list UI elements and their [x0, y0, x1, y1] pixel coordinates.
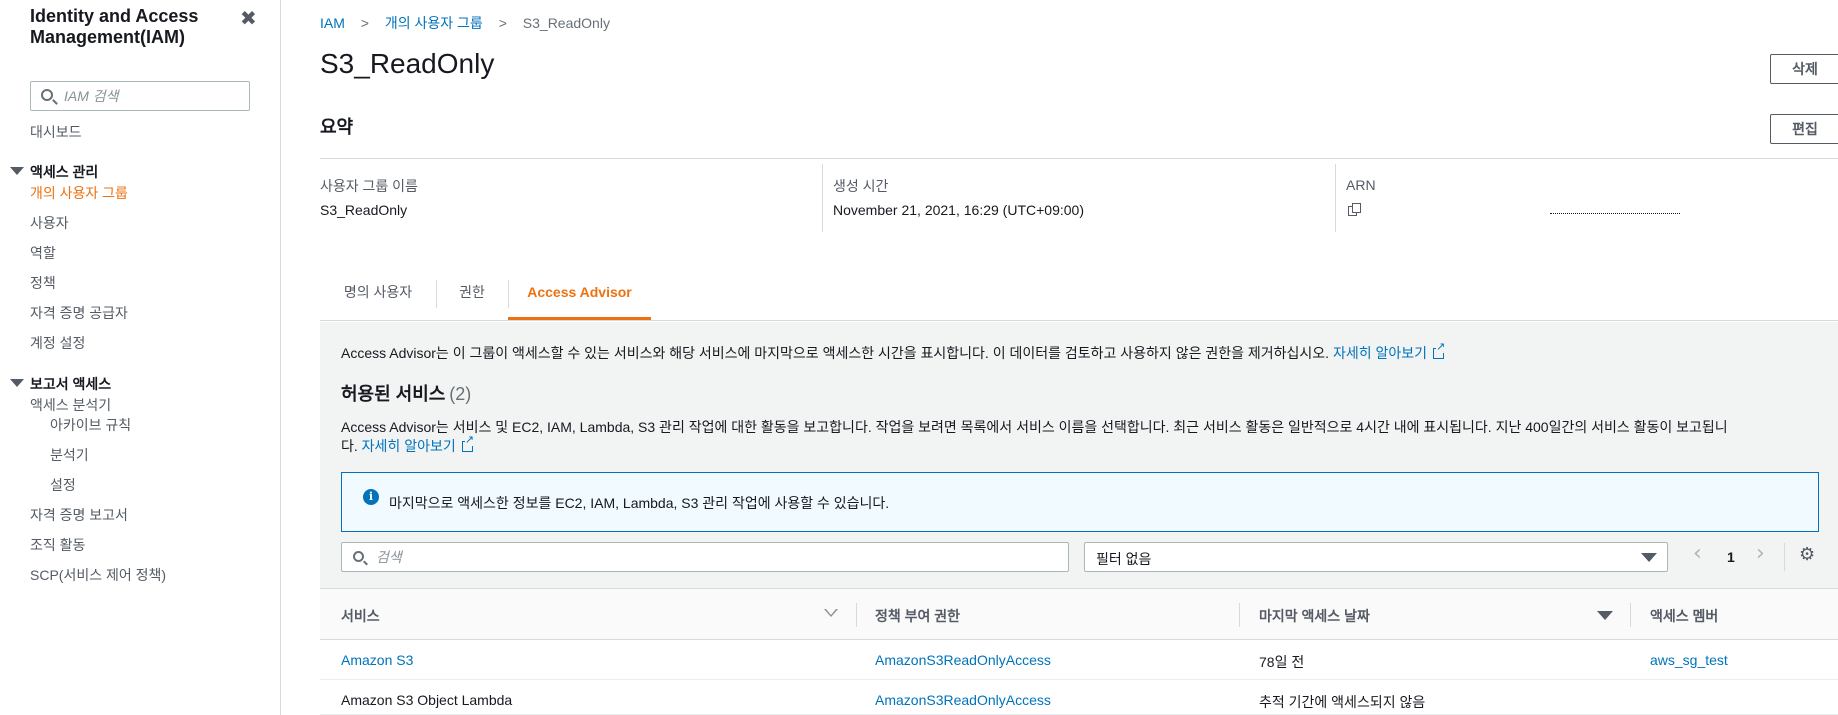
table-row: Amazon S3 AmazonS3ReadOnlyAccess 78일 전 a…	[320, 640, 1838, 680]
advisor-intro: Access Advisor는 이 그룹이 액세스할 수 있는 서비스와 해당 …	[341, 342, 1446, 363]
filter-select[interactable]: 필터 없음	[1084, 542, 1668, 572]
close-icon[interactable]: ✖	[240, 6, 257, 31]
page-title: S3_ReadOnly	[320, 48, 495, 79]
column-header-last-access[interactable]: 마지막 액세스 날짜	[1259, 606, 1370, 626]
breadcrumb-item-current: S3_ReadOnly	[522, 15, 610, 31]
sidebar: Identity and Access Management(IAM) ✖ 대시…	[0, 0, 281, 715]
chevron-right-icon: >	[360, 15, 369, 31]
summary-title: 요약	[320, 117, 354, 137]
column-divider	[1335, 164, 1336, 232]
info-alert-text: 마지막으로 액세스한 정보를 EC2, IAM, Lambda, S3 관리 작…	[389, 495, 890, 511]
search-icon	[41, 89, 53, 101]
arn-label: ARN	[1346, 177, 1376, 193]
member-link[interactable]: aws_sg_test	[1650, 652, 1728, 668]
tab-members[interactable]: 명의 사용자	[320, 268, 436, 320]
gear-icon[interactable]: ⚙	[1799, 544, 1815, 565]
advisor-description: Access Advisor는 서비스 및 EC2, IAM, Lambda, …	[341, 418, 1816, 456]
search-icon	[353, 551, 364, 562]
column-header-service[interactable]: 서비스	[341, 606, 380, 626]
info-icon: i	[363, 489, 379, 505]
divider	[320, 158, 1838, 159]
sidebar-item-credential-report[interactable]: 자격 증명 보고서	[30, 505, 128, 525]
advisor-desc-line2: 다.	[341, 438, 358, 454]
sidebar-item-archive-rules[interactable]: 아카이브 규칙	[50, 415, 131, 435]
sidebar-item-analyzers[interactable]: 분석기	[50, 445, 89, 465]
tab-permissions[interactable]: 권한	[436, 268, 508, 320]
caret-down-icon[interactable]	[10, 167, 24, 175]
external-link-icon	[1433, 342, 1446, 359]
services-search[interactable]	[341, 542, 1069, 572]
group-name-value: S3_ReadOnly	[320, 202, 408, 218]
column-header-policy[interactable]: 정책 부여 권한	[875, 606, 960, 626]
sidebar-item-analyzer-settings[interactable]: 설정	[50, 475, 76, 495]
services-search-input[interactable]	[376, 548, 1056, 566]
sidebar-item-policies[interactable]: 정책	[30, 273, 56, 293]
group-name-label: 사용자 그룹 이름	[320, 178, 418, 194]
sidebar-heading-access-management[interactable]: 액세스 관리	[30, 162, 98, 182]
caret-down-icon[interactable]	[10, 379, 24, 387]
column-divider	[856, 603, 857, 627]
services-count: (2)	[449, 384, 472, 404]
edit-button[interactable]: 편집	[1770, 114, 1838, 144]
sidebar-item-dashboard[interactable]: 대시보드	[30, 122, 82, 142]
service-name: Amazon S3 Object Lambda	[341, 692, 513, 708]
chevron-right-icon[interactable]: ›	[1756, 541, 1765, 566]
sidebar-item-scp[interactable]: SCP(서비스 제어 정책)	[30, 565, 166, 585]
external-link-icon	[461, 435, 474, 452]
sidebar-title: Identity and Access Management(IAM)	[30, 6, 199, 47]
services-heading: 허용된 서비스 (2)	[341, 380, 471, 406]
delete-button[interactable]: 삭제	[1770, 54, 1838, 84]
sidebar-search[interactable]	[30, 81, 250, 111]
sort-desc-icon[interactable]	[1597, 611, 1613, 620]
sidebar-item-identity-providers[interactable]: 자격 증명 공급자	[30, 303, 128, 323]
column-divider	[1239, 603, 1240, 627]
learn-more-text: 자세히 알아보기	[1332, 345, 1427, 361]
sidebar-item-users[interactable]: 사용자	[30, 213, 69, 233]
learn-more-text: 자세히 알아보기	[361, 438, 456, 454]
column-divider	[822, 164, 823, 232]
filter-select-value: 필터 없음	[1096, 551, 1152, 567]
sidebar-item-organization-activity[interactable]: 조직 활동	[30, 535, 85, 555]
services-title: 허용된 서비스	[341, 384, 446, 404]
sidebar-item-access-analyzer[interactable]: 액세스 분석기	[30, 395, 111, 415]
info-alert: i 마지막으로 액세스한 정보를 EC2, IAM, Lambda, S3 관리…	[341, 472, 1819, 532]
page-number[interactable]: 1	[1727, 549, 1735, 565]
chevron-left-icon[interactable]: ‹	[1693, 541, 1702, 566]
policy-link[interactable]: AmazonS3ReadOnlyAccess	[875, 692, 1051, 708]
sidebar-heading-access-reports[interactable]: 보고서 액세스	[30, 374, 111, 394]
sidebar-item-roles[interactable]: 역할	[30, 243, 56, 263]
table-header: 서비스 정책 부여 권한 마지막 액세스 날짜 액세스 멤버	[320, 588, 1838, 640]
learn-more-link[interactable]: 자세히 알아보기	[1332, 342, 1446, 361]
chevron-right-icon: >	[498, 15, 507, 31]
table-row: Amazon S3 Object Lambda AmazonS3ReadOnly…	[320, 680, 1838, 715]
last-access-value: 추적 기간에 액세스되지 않음	[1259, 694, 1426, 710]
breadcrumb: IAM > 개의 사용자 그룹 > S3_ReadOnly	[320, 13, 610, 33]
sort-icon-inner	[826, 609, 836, 615]
pager-divider	[1784, 543, 1785, 571]
tabs-bottom-border	[320, 320, 1838, 321]
advisor-desc-line1: Access Advisor는 서비스 및 EC2, IAM, Lambda, …	[341, 419, 1728, 435]
sidebar-item-user-groups[interactable]: 개의 사용자 그룹	[30, 183, 128, 203]
arn-value	[1550, 210, 1680, 214]
column-header-members[interactable]: 액세스 멤버	[1650, 606, 1718, 626]
copy-icon[interactable]	[1348, 203, 1361, 216]
caret-down-icon	[1641, 553, 1657, 562]
tab-access-advisor[interactable]: Access Advisor	[508, 268, 651, 320]
sidebar-search-input[interactable]	[64, 87, 244, 105]
breadcrumb-item-user-groups[interactable]: 개의 사용자 그룹	[385, 15, 483, 31]
created-label: 생성 시간	[833, 178, 889, 194]
breadcrumb-item-iam[interactable]: IAM	[320, 15, 345, 31]
column-divider	[1630, 603, 1631, 627]
advisor-intro-text: Access Advisor는 이 그룹이 액세스할 수 있는 서비스와 해당 …	[341, 345, 1330, 361]
learn-more-link[interactable]: 자세히 알아보기	[361, 435, 474, 454]
sidebar-item-account-settings[interactable]: 계정 설정	[30, 333, 85, 353]
policy-link[interactable]: AmazonS3ReadOnlyAccess	[875, 652, 1051, 668]
service-link[interactable]: Amazon S3	[341, 652, 413, 668]
last-access-value: 78일 전	[1259, 654, 1305, 670]
created-value: November 21, 2021, 16:29 (UTC+09:00)	[833, 202, 1084, 218]
